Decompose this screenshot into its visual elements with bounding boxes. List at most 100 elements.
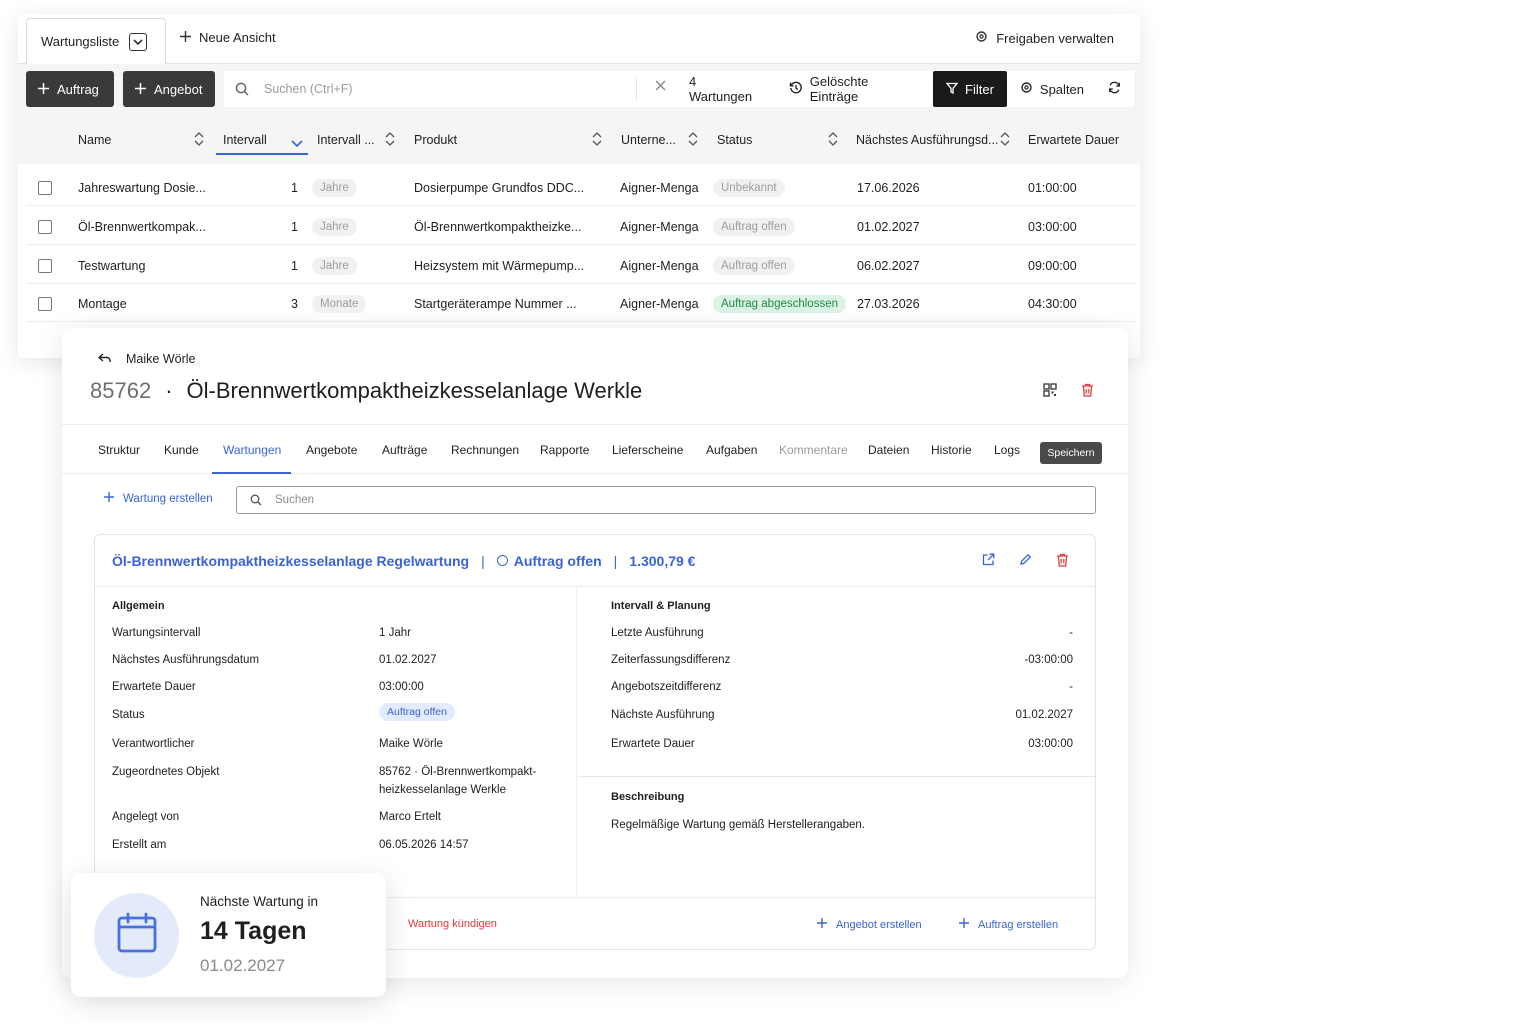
add-offer-button[interactable]: Angebot <box>123 71 215 107</box>
tab-files[interactable]: Dateien <box>868 443 909 457</box>
chevron-down-icon[interactable] <box>291 136 303 150</box>
column-header-duration[interactable]: Erwartete Dauer <box>1028 116 1128 164</box>
tab-invoices[interactable]: Rechnungen <box>451 443 519 457</box>
status-badge: Auftrag abgeschlossen <box>713 295 846 313</box>
external-link-icon[interactable] <box>982 553 995 572</box>
status-circle-icon <box>496 555 508 566</box>
plus-icon <box>135 82 146 97</box>
tab-comments[interactable]: Kommentare <box>779 443 848 457</box>
create-offer-label: Angebot erstellen <box>836 918 922 931</box>
add-order-button[interactable]: Auftrag <box>26 71 114 107</box>
search-input[interactable]: Suchen (Ctrl+F) <box>260 82 353 96</box>
column-header-status[interactable]: Status <box>717 116 838 164</box>
tab-logs[interactable]: Logs <box>994 443 1020 457</box>
linked-object-link-line2[interactable]: heizkesselanlage Werkle <box>379 784 506 796</box>
header-divider: | <box>481 552 485 569</box>
manage-sharing-button[interactable]: Freigaben verwalten <box>975 30 1114 46</box>
field-value: 03:00:00 <box>1028 738 1073 750</box>
field-value: Maike Wörle <box>379 738 443 750</box>
row-name: Jahreswartung Dosie... <box>78 181 206 195</box>
tab-reports[interactable]: Rapporte <box>540 443 589 457</box>
field-label: Angelegt von <box>112 811 180 823</box>
maintenance-search: Suchen <box>236 486 1096 514</box>
field-label: Nächstes Ausführungsdatum <box>112 654 260 666</box>
new-view-button[interactable]: Neue Ansicht <box>180 30 276 45</box>
trash-icon[interactable] <box>1056 553 1069 572</box>
sort-icon[interactable] <box>688 131 698 150</box>
row-interval: 1 <box>291 259 298 273</box>
column-header-company[interactable]: Unterne... <box>621 116 698 164</box>
sort-icon[interactable] <box>592 131 602 150</box>
row-interval-unit: Jahre <box>312 218 357 236</box>
deleted-entries-button[interactable]: Gelöschte Einträge <box>776 71 933 107</box>
refresh-button[interactable] <box>1097 71 1134 107</box>
history-icon <box>789 81 803 98</box>
row-product: Heizsystem mit Wärmepump... <box>414 259 585 273</box>
sort-icon[interactable] <box>1000 131 1010 150</box>
table-row[interactable]: Montage 3 Monate Startgeräterampe Nummer… <box>26 287 1136 321</box>
card-actions <box>982 553 1069 572</box>
create-maintenance-button[interactable]: Wartung erstellen <box>104 492 213 505</box>
row-checkbox[interactable] <box>38 181 52 195</box>
row-checkbox[interactable] <box>38 220 52 234</box>
filter-button[interactable]: Filter <box>933 71 1007 107</box>
save-button[interactable]: Speichern <box>1040 442 1102 464</box>
close-icon[interactable] <box>655 80 666 94</box>
sort-icon[interactable] <box>194 131 204 150</box>
field-label: Nächste Ausführung <box>611 709 715 721</box>
tab-delivery-notes[interactable]: Lieferscheine <box>612 443 683 457</box>
tab-structure[interactable]: Struktur <box>98 443 140 457</box>
calendar-icon <box>116 912 158 959</box>
chevron-down-icon[interactable] <box>129 32 148 51</box>
columns-button[interactable]: Spalten <box>1007 71 1097 107</box>
description-text: Regelmäßige Wartung gemäß Herstelleranga… <box>611 819 865 831</box>
table-row[interactable]: Öl-Brennwertkompak... 1 Jahre Öl-Brennwe… <box>26 210 1136 244</box>
field-label: Zugeordnetes Objekt <box>112 766 220 778</box>
linked-object-link[interactable]: 85762 · Öl-Brennwertkompakt- <box>379 766 536 778</box>
field-value: 01.02.2027 <box>1015 709 1073 721</box>
row-interval-unit: Monate <box>312 295 367 313</box>
column-header-interval[interactable]: Intervall <box>223 116 303 164</box>
tab-tasks[interactable]: Aufgaben <box>706 443 757 457</box>
table-row[interactable]: Testwartung 1 Jahre Heizsystem mit Wärme… <box>26 249 1136 283</box>
manage-sharing-label: Freigaben verwalten <box>996 30 1114 46</box>
cancel-maintenance-button[interactable]: Wartung kündigen <box>408 918 497 930</box>
column-header-product[interactable]: Produkt <box>414 116 602 164</box>
field-value: 06.05.2026 14:57 <box>379 839 469 851</box>
add-order-label: Auftrag <box>57 81 99 97</box>
trash-icon[interactable] <box>1081 383 1094 402</box>
header-divider: | <box>613 552 618 569</box>
maintenance-list-window: Wartungsliste Neue Ansicht Freigaben ver… <box>18 14 1140 358</box>
back-link[interactable]: Maike Wörle <box>97 352 195 366</box>
tab-orders[interactable]: Aufträge <box>382 443 427 457</box>
column-header-next-date[interactable]: Nächstes Ausführungsd... <box>856 116 1010 164</box>
back-arrow-icon <box>97 352 112 366</box>
tab-offers[interactable]: Angebote <box>306 443 357 457</box>
tab-history[interactable]: Historie <box>931 443 972 457</box>
field-value: 1 Jahr <box>379 627 411 639</box>
column-header-name[interactable]: Name <box>78 116 204 164</box>
sort-icon[interactable] <box>828 131 838 150</box>
pencil-icon[interactable] <box>1019 553 1032 572</box>
sort-icon[interactable] <box>385 131 395 150</box>
field-value: 01.02.2027 <box>379 654 437 666</box>
column-header-interval-unit[interactable]: Intervall ... <box>317 116 395 164</box>
row-next-date: 01.02.2027 <box>857 220 920 234</box>
field-value: - <box>1069 627 1073 639</box>
table-header: Name Intervall Intervall ... Produkt Unt… <box>18 116 1140 164</box>
table-row[interactable]: Jahreswartung Dosie... 1 Jahre Dosierpum… <box>26 171 1136 205</box>
tab-maintenance[interactable]: Wartungen <box>223 443 281 457</box>
create-order-button[interactable]: Auftrag erstellen <box>959 918 1058 931</box>
view-tab-maintenance-list[interactable]: Wartungsliste <box>26 18 166 64</box>
qr-code-icon[interactable] <box>1043 383 1057 402</box>
tab-customer[interactable]: Kunde <box>164 443 199 457</box>
field-label: Angebotszeitdifferenz <box>611 681 722 693</box>
row-checkbox[interactable] <box>38 259 52 273</box>
search-input[interactable]: Suchen <box>275 494 314 506</box>
plus-icon <box>38 82 49 97</box>
row-checkbox[interactable] <box>38 297 52 311</box>
maintenance-name[interactable]: Öl-Brennwertkompaktheizkesselanlage Rege… <box>112 553 469 569</box>
create-offer-button[interactable]: Angebot erstellen <box>817 918 922 931</box>
new-view-label: Neue Ansicht <box>199 30 276 45</box>
create-maintenance-label: Wartung erstellen <box>123 492 213 505</box>
